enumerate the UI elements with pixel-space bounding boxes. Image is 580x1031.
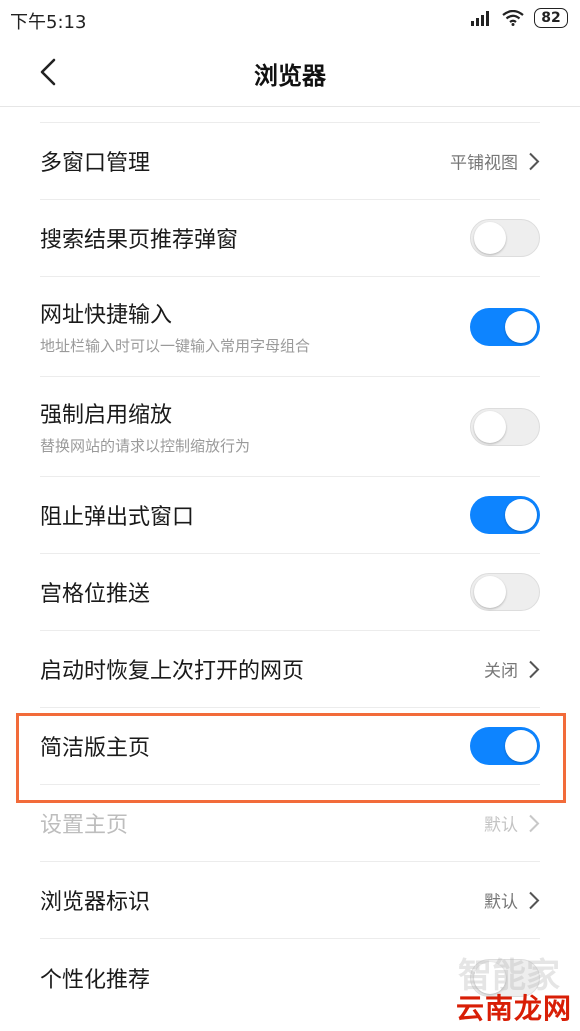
app-header: 浏览器 — [0, 40, 580, 107]
setting-label: 浏览器标识 — [40, 890, 151, 915]
url-shortcut-toggle[interactable] — [470, 307, 540, 346]
wifi-icon — [502, 10, 524, 26]
setting-description: 地址栏输入时可以一键输入常用字母组合 — [40, 337, 311, 355]
setting-search-popup: 搜索结果页推荐弹窗 — [40, 200, 540, 277]
signal-icon — [471, 11, 489, 26]
setting-value: 默认 — [484, 815, 518, 836]
setting-homepage: 设置主页 默认 — [40, 785, 540, 862]
force-zoom-toggle[interactable] — [470, 407, 540, 446]
chevron-right-icon — [529, 891, 540, 909]
settings-list: 多窗口管理 平铺视图 搜索结果页推荐弹窗 网址快捷输入 地址栏输入时可以一键输入… — [0, 106, 580, 1016]
setting-value: 关闭 — [484, 661, 518, 682]
setting-value: 默认 — [484, 892, 518, 913]
setting-right — [470, 307, 540, 346]
setting-right: 关闭 — [484, 657, 540, 682]
setting-simple-homepage: 简洁版主页 — [40, 708, 540, 785]
setting-url-shortcut: 网址快捷输入 地址栏输入时可以一键输入常用字母组合 — [40, 277, 540, 377]
toggle-knob — [474, 410, 506, 443]
setting-right — [470, 407, 540, 446]
setting-grid-push: 宫格位推送 — [40, 554, 540, 631]
toggle-knob — [474, 576, 506, 608]
toggle-knob — [505, 730, 537, 762]
status-bar: 下午5:13 82 — [0, 0, 580, 40]
chevron-right-icon — [529, 152, 540, 170]
setting-label: 多窗口管理 — [40, 151, 151, 176]
setting-block-popups: 阻止弹出式窗口 — [40, 477, 540, 554]
setting-label: 搜索结果页推荐弹窗 — [40, 228, 239, 253]
setting-user-agent[interactable]: 浏览器标识 默认 — [40, 862, 540, 939]
toggle-knob — [474, 222, 506, 254]
setting-right — [470, 496, 540, 534]
setting-right: 默认 — [484, 888, 540, 913]
battery-indicator: 82 — [534, 8, 568, 28]
chevron-right-icon — [529, 814, 540, 832]
setting-description: 替换网站的请求以控制缩放行为 — [40, 437, 251, 455]
setting-multi-window[interactable]: 多窗口管理 平铺视图 — [40, 123, 540, 200]
setting-label: 简洁版主页 — [40, 736, 151, 761]
watermark: 云南龙网 — [455, 992, 572, 1025]
setting-right: 平铺视图 — [450, 149, 540, 174]
setting-label: 宫格位推送 — [40, 582, 151, 607]
simple-homepage-toggle[interactable] — [470, 727, 540, 765]
setting-right — [470, 573, 540, 611]
search-popup-toggle[interactable] — [470, 219, 540, 257]
toggle-knob — [505, 499, 537, 531]
grid-push-toggle[interactable] — [470, 573, 540, 611]
toggle-knob — [505, 310, 537, 343]
setting-right — [470, 727, 540, 765]
chevron-right-icon — [529, 660, 540, 678]
block-popups-toggle[interactable] — [470, 496, 540, 534]
setting-force-zoom: 强制启用缩放 替换网站的请求以控制缩放行为 — [40, 377, 540, 477]
setting-label: 个性化推荐 — [40, 967, 151, 993]
setting-label: 启动时恢复上次打开的网页 — [40, 659, 305, 684]
setting-restore-tabs[interactable]: 启动时恢复上次打开的网页 关闭 — [40, 631, 540, 708]
setting-label: 阻止弹出式窗口 — [40, 505, 195, 530]
status-icons: 82 — [470, 8, 568, 28]
setting-label: 设置主页 — [40, 813, 129, 838]
status-time: 下午5:13 — [10, 12, 87, 33]
setting-right: 默认 — [484, 811, 540, 836]
page-title: 浏览器 — [254, 62, 326, 90]
setting-right — [470, 219, 540, 257]
setting-label: 强制启用缩放 — [40, 403, 173, 428]
setting-value: 平铺视图 — [450, 153, 518, 174]
setting-label: 网址快捷输入 — [40, 303, 173, 328]
